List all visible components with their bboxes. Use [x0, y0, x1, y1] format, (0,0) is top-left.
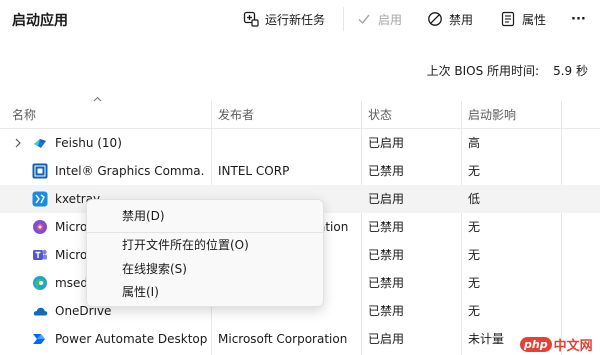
app-name: Intel® Graphics Comma... [55, 164, 205, 178]
table-header: 名称 发布者 状态 启动影响 [0, 101, 600, 129]
run-new-task-button[interactable]: 运行新任务 [243, 8, 325, 30]
disable-button[interactable]: 禁用 [427, 8, 473, 30]
context-menu-open-file-location[interactable]: 打开文件所在的位置(O) [122, 235, 249, 255]
properties-button[interactable]: 属性 [500, 8, 546, 30]
app-impact: 低 [468, 192, 481, 206]
app-impact: 无 [468, 304, 481, 318]
bios-time-label: 上次 BIOS 所用时间: [426, 64, 540, 78]
app-status: 已启用 [368, 192, 405, 206]
app-publisher: Microsoft Corporation [218, 332, 348, 346]
enable-label: 启用 [378, 12, 403, 27]
run-new-task-label: 运行新任务 [265, 12, 326, 27]
table-row[interactable]: Intel® Graphics Comma... INTEL CORP 已禁用 … [0, 157, 600, 185]
disable-label: 禁用 [449, 12, 474, 27]
app-impact: 无 [468, 276, 481, 290]
more-options-button[interactable]: ··· [571, 8, 586, 30]
bios-time-value: 5.9 秒 [553, 64, 588, 78]
edge-icon [33, 276, 47, 290]
microsoft-teams-icon [33, 249, 47, 260]
app-status: 已禁用 [368, 276, 405, 290]
app-impact: 高 [468, 136, 481, 150]
app-impact: 无 [468, 164, 481, 178]
app-name: Micro [55, 220, 88, 234]
watermark-php: php [520, 336, 552, 352]
context-menu-search-online[interactable]: 在线搜索(S) [122, 259, 187, 279]
app-status: 已启用 [368, 332, 405, 346]
chevron-right-icon[interactable] [13, 137, 23, 149]
context-menu-disable[interactable]: 禁用(D) [122, 206, 165, 226]
enable-button[interactable]: 启用 [356, 8, 402, 30]
app-status: 已启用 [368, 136, 405, 150]
app-impact: 无 [468, 248, 481, 262]
app-publisher: INTEL CORP [218, 164, 290, 178]
app-impact: 无 [468, 220, 481, 234]
bios-time: 上次 BIOS 所用时间: 5.9 秒 [427, 62, 588, 79]
properties-label: 属性 [522, 12, 547, 27]
microsoft-app-icon [33, 220, 47, 234]
watermark-logo: php 中文网 [520, 333, 600, 355]
toolbar: 启动应用 运行新任务 启用 禁用 属性 ··· [0, 0, 600, 38]
feishu-icon [34, 139, 46, 148]
context-menu-divider [87, 232, 323, 233]
app-status: 已禁用 [368, 304, 405, 318]
context-menu-properties[interactable]: 属性(I) [122, 282, 159, 302]
context-menu: 禁用(D) 打开文件所在的位置(O) 在线搜索(S) 属性(I) [86, 199, 324, 307]
properties-icon [500, 11, 516, 27]
column-header-name[interactable]: 名称 [6, 101, 36, 129]
table-row[interactable]: Power Automate Desktop Microsoft Corpora… [0, 325, 600, 353]
page-title: 启动应用 [12, 13, 68, 29]
table-row[interactable]: Feishu (10) 已启用 高 [0, 129, 600, 157]
onedrive-icon [33, 307, 48, 316]
power-automate-icon [33, 334, 45, 344]
app-name: msed [55, 276, 88, 290]
app-name: Feishu (10) [55, 136, 122, 150]
app-name: Micro [55, 248, 88, 262]
column-header-status[interactable]: 状态 [362, 101, 392, 129]
app-status: 已禁用 [368, 248, 405, 262]
watermark-text: 中文网 [553, 338, 593, 354]
kxetray-icon [32, 191, 48, 207]
intel-graphics-icon [32, 163, 48, 179]
column-header-publisher[interactable]: 发布者 [212, 101, 254, 129]
column-header-impact[interactable]: 启动影响 [462, 101, 516, 129]
app-status: 已禁用 [368, 164, 405, 178]
disable-icon [427, 11, 443, 27]
checkmark-icon [356, 11, 372, 27]
toolbar-divider [343, 7, 344, 31]
app-status: 已禁用 [368, 220, 405, 234]
new-task-icon [243, 11, 259, 27]
app-impact: 未计量 [468, 332, 505, 346]
app-name: Power Automate Desktop [55, 332, 208, 346]
